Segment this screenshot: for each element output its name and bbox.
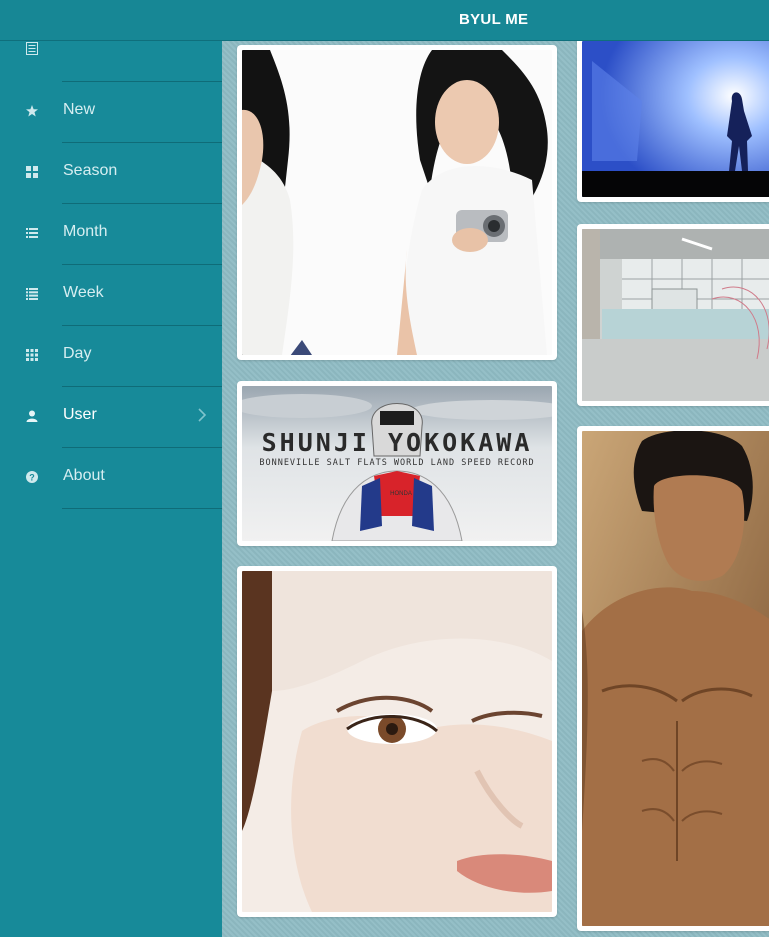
divider: [62, 203, 222, 204]
list-icon[interactable]: [26, 42, 38, 55]
sidebar: New Season Month Week Day User ? About: [0, 0, 222, 937]
sidebar-item-label: About: [63, 467, 105, 484]
sidebar-item-label: Week: [63, 284, 104, 301]
photo-card[interactable]: [237, 566, 557, 917]
help-icon: ?: [26, 470, 38, 483]
grid-small-icon: [26, 348, 38, 361]
sidebar-item-month[interactable]: Month: [0, 203, 222, 264]
list-icon: [26, 226, 38, 238]
photo-card[interactable]: [577, 224, 769, 406]
sidebar-item-label: New: [63, 101, 96, 118]
list-icon: [26, 287, 38, 300]
photo-image: [582, 431, 769, 926]
photo-card[interactable]: [237, 45, 557, 360]
photo-image: [242, 571, 552, 912]
sidebar-item-new[interactable]: New: [0, 81, 222, 142]
sidebar-item-label: User: [63, 406, 97, 423]
sidebar-item-label: Month: [63, 223, 108, 240]
divider: [62, 508, 222, 509]
app-title: BYUL ME: [459, 11, 529, 28]
photo-image: [582, 229, 769, 401]
poster-subtitle: BONNEVILLE SALT FLATS WORLD LAND SPEED R…: [259, 458, 535, 468]
divider: [62, 264, 222, 265]
sidebar-item-day[interactable]: Day: [0, 325, 222, 386]
chevron-right-icon: [196, 408, 208, 422]
poster-title: SHUNJI YOKOKAWA: [261, 428, 533, 457]
divider: [62, 81, 222, 82]
photo-card[interactable]: SHUNJI YOKOKAWA BONNEVILLE SALT FLATS WO…: [237, 381, 557, 546]
divider: [62, 142, 222, 143]
sidebar-item-label: Day: [63, 345, 92, 362]
svg-text:?: ?: [29, 472, 35, 482]
header-bar: BYUL ME: [0, 0, 769, 41]
sidebar-item-week[interactable]: Week: [0, 264, 222, 325]
photo-card[interactable]: [577, 426, 769, 931]
photo-image: SHUNJI YOKOKAWA BONNEVILLE SALT FLATS WO…: [242, 386, 552, 541]
user-icon: [26, 409, 38, 422]
divider: [62, 386, 222, 387]
divider: [62, 447, 222, 448]
grid-icon: [26, 165, 38, 178]
photo-grid: SHUNJI YOKOKAWA BONNEVILLE SALT FLATS WO…: [222, 41, 769, 937]
photo-image: [242, 50, 552, 355]
sidebar-item-about[interactable]: ? About: [0, 447, 222, 508]
sidebar-item-user[interactable]: User: [0, 386, 222, 447]
sidebar-item-season[interactable]: Season: [0, 142, 222, 203]
sidebar-item-label: Season: [63, 162, 118, 179]
star-icon: [26, 104, 38, 117]
photo-card[interactable]: [577, 41, 769, 202]
helmet-brand: HONDA: [390, 491, 412, 497]
photo-image: [582, 41, 769, 197]
divider: [62, 325, 222, 326]
